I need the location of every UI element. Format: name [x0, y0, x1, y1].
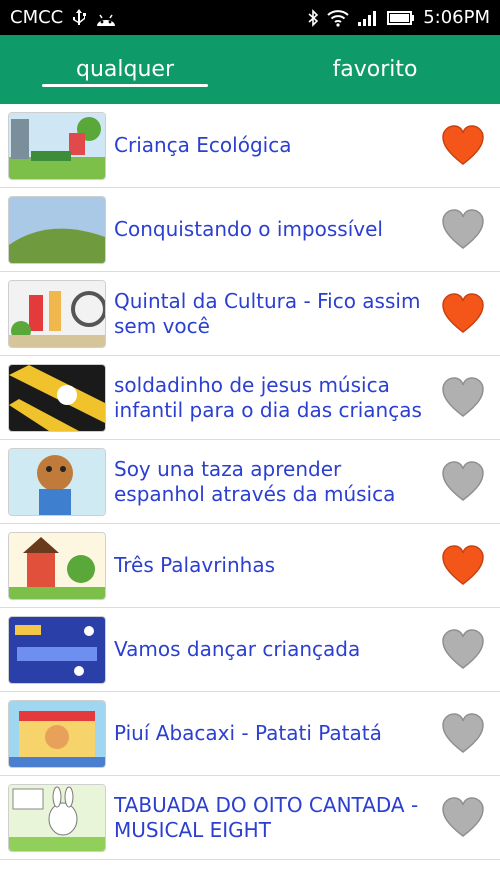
favorite-heart-icon[interactable] — [440, 207, 486, 253]
favorite-heart-icon[interactable] — [440, 459, 486, 505]
list-item[interactable]: Criança Ecológica — [0, 104, 500, 188]
tab-favorito[interactable]: favorito — [250, 35, 500, 104]
favorite-heart-icon[interactable] — [440, 543, 486, 589]
video-thumbnail — [8, 615, 106, 684]
carrier-label: CMCC — [10, 7, 64, 28]
bluetooth-icon — [307, 8, 319, 27]
status-bar: CMCC 5:06PM — [0, 0, 500, 35]
list-item[interactable]: Três Palavrinhas — [0, 524, 500, 608]
list-item[interactable]: Piuí Abacaxi - Patati Patatá — [0, 692, 500, 776]
list-item[interactable]: TABUADA DO OITO CANTADA - MUSICAL EIGHT — [0, 776, 500, 860]
favorite-heart-icon[interactable] — [440, 123, 486, 169]
tab-bar: qualquer favorito — [0, 35, 500, 104]
favorite-heart-icon[interactable] — [440, 711, 486, 757]
list-item[interactable]: Vamos dançar criançada — [0, 608, 500, 692]
video-thumbnail — [8, 279, 106, 348]
video-title: Soy una taza aprender espanhol através d… — [114, 456, 396, 506]
video-thumbnail — [8, 531, 106, 600]
favorite-heart-icon[interactable] — [440, 627, 486, 673]
favorite-heart-icon[interactable] — [440, 795, 486, 841]
video-thumbnail — [8, 783, 106, 852]
wifi-icon — [327, 9, 349, 27]
video-thumbnail — [8, 111, 106, 180]
list-item[interactable]: soldadinho de jesus música infantil para… — [0, 356, 500, 440]
tab-qualquer[interactable]: qualquer — [0, 35, 250, 104]
video-thumbnail — [8, 195, 106, 264]
battery-icon — [387, 10, 415, 26]
favorite-heart-icon[interactable] — [440, 375, 486, 421]
favorite-heart-icon[interactable] — [440, 291, 486, 337]
tab-favorito-label: favorito — [332, 57, 418, 82]
video-title: Conquistando o impossível — [114, 217, 383, 241]
list-item[interactable]: Soy una taza aprender espanhol através d… — [0, 440, 500, 524]
video-title: TABUADA DO OITO CANTADA - MUSICAL EIGHT — [114, 792, 419, 842]
video-title: Criança Ecológica — [114, 133, 292, 157]
usb-icon — [71, 8, 87, 27]
tab-qualquer-label: qualquer — [76, 57, 174, 82]
list-item[interactable]: Quintal da Cultura - Fico assim sem você — [0, 272, 500, 356]
android-icon — [95, 10, 117, 26]
signal-icon — [357, 9, 379, 27]
video-list: Criança Ecológica Conquistando o impossí… — [0, 104, 500, 860]
video-title: Três Palavrinhas — [114, 553, 276, 577]
video-thumbnail — [8, 447, 106, 516]
video-title: soldadinho de jesus música infantil para… — [114, 372, 422, 422]
video-title: Quintal da Cultura - Fico assim sem você — [114, 288, 421, 338]
video-thumbnail — [8, 363, 106, 432]
video-title: Vamos dançar criançada — [114, 637, 361, 661]
clock-label: 5:06PM — [423, 7, 490, 28]
video-title: Piuí Abacaxi - Patati Patatá — [114, 721, 382, 745]
active-tab-indicator — [42, 84, 208, 87]
list-item[interactable]: Conquistando o impossível — [0, 188, 500, 272]
video-thumbnail — [8, 699, 106, 768]
